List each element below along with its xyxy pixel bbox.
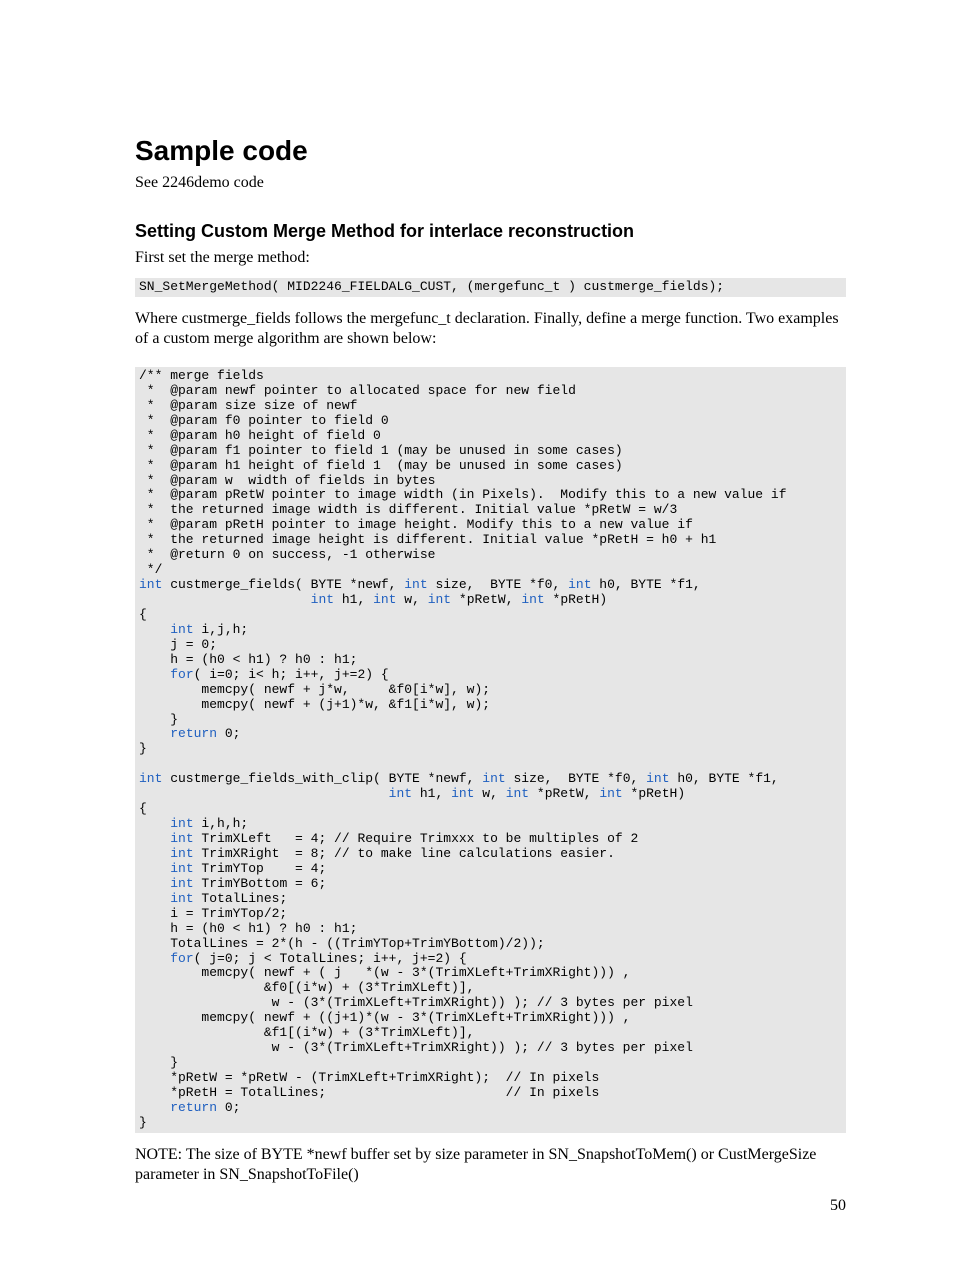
see-line: See 2246demo code: [135, 173, 846, 193]
page-number: 50: [830, 1197, 846, 1215]
section-heading: Setting Custom Merge Method for interlac…: [135, 221, 846, 242]
first-set-text: First set the merge method:: [135, 248, 846, 268]
code-set-merge: SN_SetMergeMethod( MID2246_FIELDALG_CUST…: [135, 278, 846, 297]
code-listing: /** merge fields * @param newf pointer t…: [135, 367, 846, 1133]
note-paragraph: NOTE: The size of BYTE *newf buffer set …: [135, 1145, 846, 1185]
page: Sample code See 2246demo code Setting Cu…: [0, 0, 954, 1263]
where-paragraph: Where custmerge_fields follows the merge…: [135, 309, 846, 349]
page-title: Sample code: [135, 135, 846, 167]
